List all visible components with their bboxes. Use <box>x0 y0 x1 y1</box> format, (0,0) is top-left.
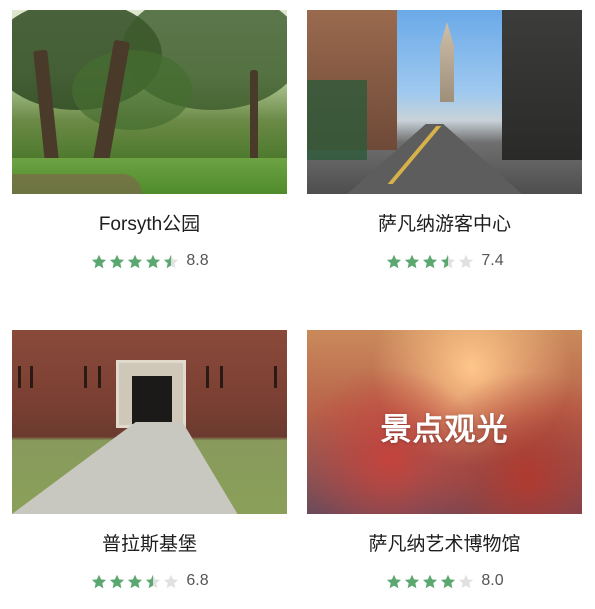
star-rating <box>90 574 180 589</box>
star-half-icon <box>164 254 179 268</box>
star-full-icon <box>423 574 438 588</box>
star-full-icon <box>128 574 143 588</box>
attraction-card[interactable]: 普拉斯基堡 6.8 <box>12 330 287 590</box>
star-empty-icon <box>459 254 474 268</box>
attraction-card[interactable]: 景点观光 萨凡纳艺术博物馆 8.0 <box>307 330 582 590</box>
star-rating <box>385 574 475 589</box>
star-rating <box>385 254 475 269</box>
rating-score: 8.8 <box>186 252 209 269</box>
star-half-icon <box>441 254 456 268</box>
rating-score: 6.8 <box>186 572 209 589</box>
star-full-icon <box>441 574 456 588</box>
star-full-icon <box>92 574 107 588</box>
card-title[interactable]: 萨凡纳艺术博物馆 <box>307 532 582 558</box>
star-full-icon <box>405 574 420 588</box>
star-full-icon <box>387 254 402 268</box>
rating-score: 7.4 <box>481 252 504 269</box>
street-photo[interactable] <box>307 10 582 194</box>
star-full-icon <box>128 254 143 268</box>
star-full-icon <box>423 254 438 268</box>
card-title[interactable]: Forsyth公园 <box>12 212 287 238</box>
banner-photo[interactable]: 景点观光 <box>307 330 582 514</box>
rating-score: 8.0 <box>481 572 504 589</box>
star-empty-icon <box>459 574 474 588</box>
star-half-icon <box>146 574 161 588</box>
card-title[interactable]: 普拉斯基堡 <box>12 532 287 558</box>
star-empty-icon <box>164 574 179 588</box>
attraction-card[interactable]: 萨凡纳游客中心 7.4 <box>307 10 582 270</box>
attraction-card[interactable]: Forsyth公园 8.8 <box>12 10 287 270</box>
park-photo[interactable] <box>12 10 287 194</box>
star-full-icon <box>92 254 107 268</box>
star-full-icon <box>405 254 420 268</box>
banner-text: 景点观光 <box>380 412 509 447</box>
star-rating <box>90 254 180 269</box>
rating: 8.8 <box>12 252 287 270</box>
star-full-icon <box>110 574 125 588</box>
star-full-icon <box>387 574 402 588</box>
star-full-icon <box>110 254 125 268</box>
rating: 8.0 <box>307 572 582 590</box>
rating: 6.8 <box>12 572 287 590</box>
fort-photo[interactable] <box>12 330 287 514</box>
star-full-icon <box>146 254 161 268</box>
card-title[interactable]: 萨凡纳游客中心 <box>307 212 582 238</box>
rating: 7.4 <box>307 252 582 270</box>
